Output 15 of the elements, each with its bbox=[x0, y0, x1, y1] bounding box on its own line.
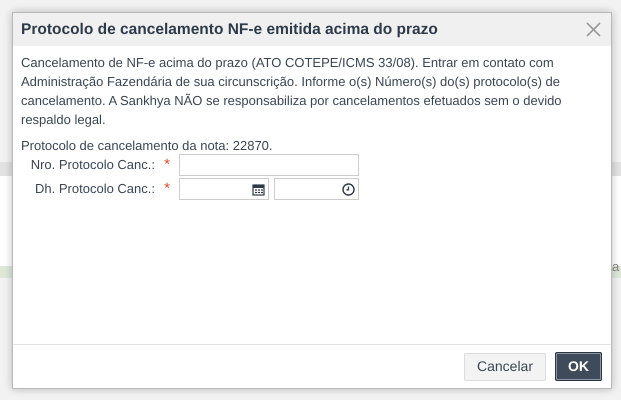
cancel-button[interactable]: Cancelar bbox=[464, 352, 546, 380]
note-text: Protocolo de cancelamento da nota: 22870. bbox=[21, 138, 274, 153]
time-field[interactable] bbox=[274, 178, 359, 200]
required-mark: * bbox=[163, 154, 171, 175]
required-mark: * bbox=[163, 178, 171, 199]
date-field[interactable] bbox=[179, 178, 269, 200]
dialog-title: Protocolo de cancelamento NF-e emitida acima do prazo bbox=[21, 20, 438, 40]
background-text: a bbox=[612, 258, 620, 276]
input-field[interactable] bbox=[179, 154, 359, 176]
dialog-message: Cancelamento de NF-e acima do prazo (ATO COTEPE/ICMS 33/08). Entrar em contato com Administração Fazendária de sua circunscrição. Informe o(s) Número(s) do(s) protocolo(s) de cancelamento. A Sankhya NÃO se responsabiliza por cancelamentos efetuados sem o devido respaldo legal. bbox=[21, 54, 563, 129]
ok-button[interactable]: OK bbox=[555, 352, 602, 381]
field-label: Nro. Protocolo Canc.: bbox=[30, 156, 155, 174]
calendar-icon[interactable] bbox=[252, 182, 265, 196]
field-label: Dh. Protocolo Canc.: bbox=[34, 180, 155, 198]
clock-icon[interactable] bbox=[342, 182, 355, 196]
